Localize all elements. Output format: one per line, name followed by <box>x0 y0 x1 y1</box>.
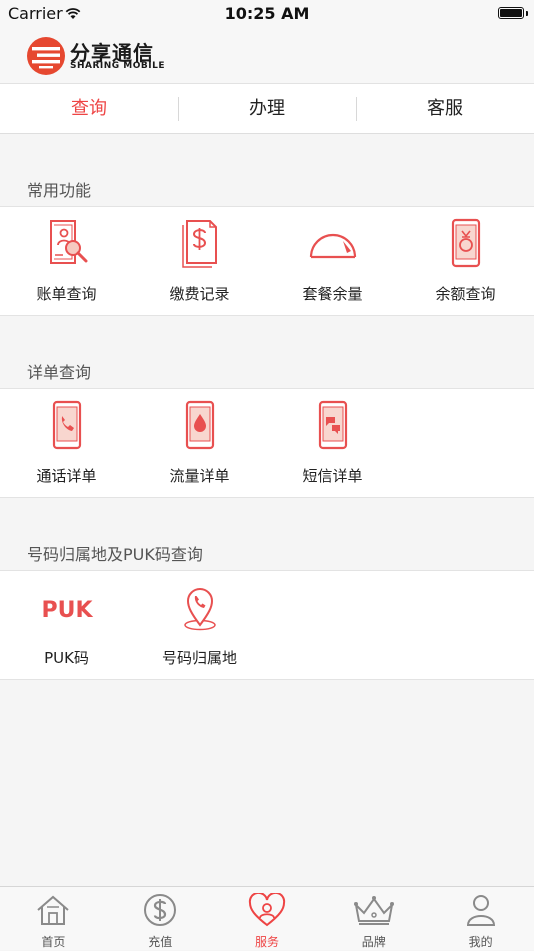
sms-detail-label: 短信详单 <box>302 467 363 485</box>
home-icon <box>37 895 70 925</box>
phone-call-icon <box>52 400 81 450</box>
section-title-common: 常用功能 <box>27 181 92 200</box>
gauge-icon <box>309 233 356 259</box>
phone-sms-icon <box>318 400 347 450</box>
brand-name-en: SHARING MOBILE <box>70 61 166 71</box>
section-title-location: 号码归属地及PUK码查询 <box>27 545 203 564</box>
battery-tip <box>526 11 528 16</box>
bill-query-label: 账单查询 <box>36 285 97 303</box>
phone-data-icon <box>185 400 214 450</box>
nav-mine[interactable]: 我的 <box>427 887 534 951</box>
data-detail-item[interactable]: 流量详单 <box>133 389 266 497</box>
user-icon <box>466 895 495 926</box>
puk-item[interactable]: PUK PUK码 <box>0 571 133 679</box>
bill-search-icon <box>49 220 87 264</box>
payment-record-icon <box>181 220 217 268</box>
balance-query-item[interactable]: 余额查询 <box>399 207 532 315</box>
location-pin-icon <box>183 588 216 631</box>
phone-balance-icon <box>451 218 480 268</box>
brand-logo-icon <box>27 37 65 75</box>
nav-service[interactable]: 服务 <box>214 887 321 951</box>
crown-icon <box>353 896 394 925</box>
data-detail-label: 流量详单 <box>169 467 230 485</box>
nav-brand-label: 品牌 <box>361 935 386 949</box>
section-grid-common: 账单查询 缴费记录 套餐余量 余额查询 <box>0 206 534 316</box>
section-grid-detail: 通话详单 流量详单 短信详单 <box>0 388 534 498</box>
section-grid-location: PUK PUK码 号码归属地 <box>0 570 534 680</box>
brand-header: 分享通信 SHARING MOBILE <box>0 28 534 83</box>
payment-record-label: 缴费记录 <box>169 285 230 303</box>
package-balance-label: 套餐余量 <box>302 285 363 303</box>
call-detail-label: 通话详单 <box>36 467 97 485</box>
puk-icon-text: PUK <box>41 598 93 623</box>
status-bar: Carrier 10:25 AM <box>0 0 534 28</box>
nav-mine-label: 我的 <box>468 935 493 949</box>
clock: 10:25 AM <box>224 4 310 23</box>
puk-label: PUK码 <box>44 649 89 667</box>
nav-recharge[interactable]: 充值 <box>107 887 214 951</box>
nav-brand[interactable]: 品牌 <box>320 887 427 951</box>
call-detail-item[interactable]: 通话详单 <box>0 389 133 497</box>
balance-query-label: 余额查询 <box>435 285 496 303</box>
sms-detail-item[interactable]: 短信详单 <box>266 389 399 497</box>
top-tab-bar: 查询 办理 客服 <box>0 83 534 134</box>
dollar-coin-icon <box>144 894 177 926</box>
nav-home-label: 首页 <box>41 935 66 949</box>
nav-recharge-label: 充值 <box>148 935 173 949</box>
tab-service[interactable]: 客服 <box>356 84 534 134</box>
battery-icon <box>498 7 524 19</box>
heart-user-icon <box>248 891 286 927</box>
number-location-item[interactable]: 号码归属地 <box>133 571 266 679</box>
bottom-tab-bar: 首页 充值 服务 品牌 我的 <box>0 886 534 950</box>
nav-service-label: 服务 <box>254 935 279 949</box>
puk-icon: PUK <box>41 598 93 623</box>
tab-query[interactable]: 查询 <box>0 84 178 134</box>
bill-query-item[interactable]: 账单查询 <box>0 207 133 315</box>
tab-handle[interactable]: 办理 <box>178 84 356 134</box>
package-balance-item[interactable]: 套餐余量 <box>266 207 399 315</box>
number-location-label: 号码归属地 <box>161 649 237 667</box>
section-title-detail: 详单查询 <box>27 363 92 382</box>
payment-record-item[interactable]: 缴费记录 <box>133 207 266 315</box>
nav-home[interactable]: 首页 <box>0 887 107 951</box>
